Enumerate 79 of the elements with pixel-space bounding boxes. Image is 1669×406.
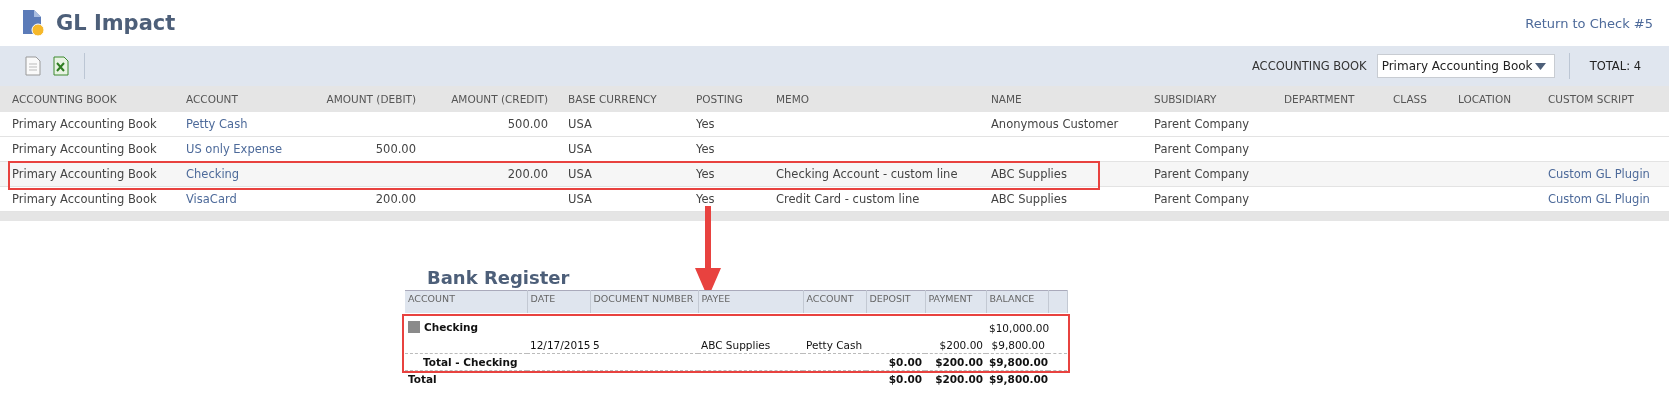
register-cell: $0.00 (866, 370, 925, 387)
column-header: BASE CURRENCY (562, 86, 690, 112)
register-cell: $200.00 (925, 370, 986, 387)
table-cell: USA (562, 136, 690, 162)
accounting-book-select[interactable]: Primary Accounting Book (1376, 54, 1555, 78)
table-cell: 500.00 (320, 136, 430, 162)
table-link[interactable]: Checking (180, 161, 320, 187)
table-cell: USA (562, 112, 690, 137)
group-label: Checking (424, 321, 479, 333)
table-cell: Parent Company (1148, 136, 1278, 162)
column-header: DEPARTMENT (1278, 86, 1387, 112)
table-link[interactable]: Custom GL Plugin (1542, 186, 1669, 212)
table-cell: Yes (690, 136, 770, 162)
table-cell: Parent Company (1148, 161, 1278, 187)
column-header: DATE (527, 290, 590, 313)
register-cell: $200.00 (925, 337, 986, 354)
column-header: AMOUNT (DEBIT) (320, 86, 430, 112)
table-cell: USA (562, 186, 690, 212)
spreadsheet-export-icon[interactable] (52, 56, 70, 76)
column-header: MEMO (770, 86, 985, 112)
table-link[interactable]: Petty Cash (180, 112, 320, 137)
table-cell: 500.00 (430, 112, 562, 137)
column-header: DOCUMENT NUMBER (590, 290, 698, 313)
register-cell: 5 (590, 337, 698, 354)
column-header: CLASS (1387, 86, 1452, 112)
register-title: Bank Register (427, 267, 571, 288)
column-header: POSTING (690, 86, 770, 112)
column-header: DEPOSIT (866, 290, 925, 313)
caret-icon (1534, 62, 1546, 70)
column-header: ACCOUNTING BOOK (0, 86, 180, 112)
table-cell: ABC Supplies (985, 161, 1148, 187)
column-header: SUBSIDIARY (1148, 86, 1278, 112)
document-coin-icon (22, 9, 46, 37)
column-header: PAYEE (698, 290, 803, 313)
register-cell: $9,800.00 (986, 337, 1048, 354)
table-cell: Yes (690, 186, 770, 212)
table-cell: 200.00 (320, 186, 430, 212)
total-count: TOTAL: 4 (1589, 59, 1641, 73)
table-cell: USA (562, 161, 690, 187)
table-cell: Anonymous Customer (985, 112, 1148, 137)
register-cell: Petty Cash (803, 337, 866, 354)
accounting-book-label: ACCOUNTING BOOK (1251, 59, 1367, 73)
table-cell: Primary Accounting Book (0, 112, 180, 137)
table-cell: Yes (690, 161, 770, 187)
table-link[interactable]: Custom GL Plugin (1542, 161, 1669, 187)
register-cell: $9,800.00 (986, 353, 1048, 371)
column-header: CUSTOM SCRIPT (1542, 86, 1669, 112)
table-cell: Parent Company (1148, 112, 1278, 137)
column-header: PAYMENT (925, 290, 986, 313)
table-cell: Checking Account - custom line (770, 161, 985, 187)
return-link[interactable]: Return to Check #5 (1525, 15, 1653, 31)
page-title: GL Impact (56, 11, 177, 35)
register-cell: ABC Supplies (698, 337, 803, 354)
register-cell: $10,000.00 (986, 313, 1048, 337)
column-header: ACCOUNT (405, 290, 527, 313)
table-cell: 200.00 (430, 161, 562, 187)
table-cell: Primary Accounting Book (0, 186, 180, 212)
table-link[interactable]: US only Expense (180, 136, 320, 162)
table-cell: Yes (690, 112, 770, 137)
table-cell: Primary Accounting Book (0, 161, 180, 187)
register-cell: 12/17/2015 (527, 337, 590, 354)
column-header: AMOUNT (CREDIT) (430, 86, 562, 112)
table-cell: Primary Accounting Book (0, 136, 180, 162)
table-cell: Credit Card - custom line (770, 186, 985, 212)
column-header: ACCOUNT (803, 290, 866, 313)
table-cell: ABC Supplies (985, 186, 1148, 212)
collapse-icon[interactable] (408, 321, 420, 333)
register-cell: $200.00 (925, 353, 986, 371)
column-header: BALANCE (986, 290, 1048, 313)
document-icon[interactable] (24, 56, 42, 76)
register-cell: Total (405, 370, 527, 387)
table-link[interactable]: VisaCard (180, 186, 320, 212)
register-cell: $0.00 (866, 353, 925, 371)
register-cell: $9,800.00 (986, 370, 1048, 387)
register-cell: Total - Checking (405, 353, 527, 371)
column-header: LOCATION (1452, 86, 1542, 112)
column-header: NAME (985, 86, 1148, 112)
column-header: ACCOUNT (180, 86, 320, 112)
table-cell: Parent Company (1148, 186, 1278, 212)
